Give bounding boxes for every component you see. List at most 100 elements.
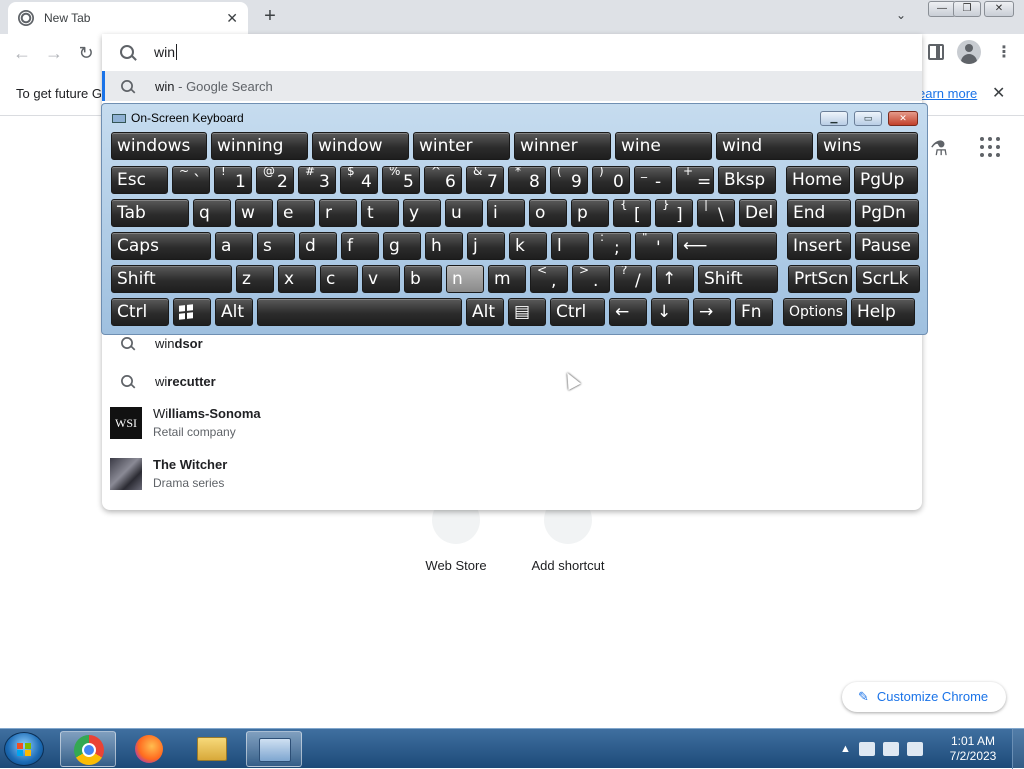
- osk-key-symbol[interactable]: ▤: [508, 298, 546, 326]
- osk-key-del[interactable]: Del: [739, 199, 777, 227]
- side-panel-icon[interactable]: [928, 44, 944, 60]
- window-close-button[interactable]: ✕: [984, 1, 1014, 17]
- osk-key-o[interactable]: o: [529, 199, 567, 227]
- osk-key-5[interactable]: % 5: [382, 166, 420, 194]
- osk-key-s[interactable]: s: [257, 232, 295, 260]
- osk-key-tab[interactable]: Tab: [111, 199, 189, 227]
- tab-close-icon[interactable]: ✕: [226, 10, 238, 27]
- show-desktop-button[interactable]: [1012, 729, 1024, 769]
- osk-key-n[interactable]: n: [446, 265, 484, 293]
- osk-key-1[interactable]: ! 1: [214, 166, 252, 194]
- osk-key-z[interactable]: z: [236, 265, 274, 293]
- action-center-icon[interactable]: [858, 742, 875, 756]
- osk-minimize-button[interactable]: ▁: [820, 111, 848, 126]
- osk-key-symbol[interactable]: " ': [635, 232, 673, 260]
- osk-key-symbol[interactable]: ↓: [651, 298, 689, 326]
- osk-prediction[interactable]: winter: [413, 132, 510, 160]
- address-bar[interactable]: win: [102, 34, 922, 70]
- osk-key-e[interactable]: e: [277, 199, 315, 227]
- osk-key-home[interactable]: Home: [786, 166, 850, 194]
- osk-key-prtscn[interactable]: PrtScn: [788, 265, 852, 293]
- osk-key-pgup[interactable]: PgUp: [854, 166, 918, 194]
- osk-key-2[interactable]: @2: [256, 166, 294, 194]
- osk-key-ctrl[interactable]: Ctrl: [550, 298, 605, 326]
- osk-key-9[interactable]: (9: [550, 166, 588, 194]
- osk-close-button[interactable]: ✕: [888, 111, 918, 126]
- osk-key-symbol[interactable]: <,: [530, 265, 568, 293]
- osk-key-end[interactable]: End: [787, 199, 851, 227]
- taskbar-explorer[interactable]: [184, 731, 240, 767]
- labs-flask-icon[interactable]: ⚗: [930, 136, 948, 161]
- info-bar-close-icon[interactable]: ✕: [992, 83, 1005, 103]
- profile-avatar[interactable]: [957, 40, 981, 64]
- osk-key-help[interactable]: Help: [851, 298, 915, 326]
- osk-key-symbol[interactable]: :;: [593, 232, 631, 260]
- osk-key-bksp[interactable]: Bksp: [718, 166, 776, 194]
- network-icon[interactable]: [882, 742, 899, 756]
- osk-key-pgdn[interactable]: PgDn: [855, 199, 919, 227]
- osk-key-b[interactable]: b: [404, 265, 442, 293]
- customize-chrome-button[interactable]: ✎ Customize Chrome: [842, 682, 1006, 712]
- osk-key-scrlk[interactable]: ScrLk: [856, 265, 920, 293]
- osk-restore-button[interactable]: ▭: [854, 111, 882, 126]
- osk-key-shift[interactable]: Shift: [111, 265, 232, 293]
- osk-key-options[interactable]: Options: [783, 298, 847, 326]
- learn-more-link[interactable]: earn more: [918, 86, 977, 101]
- entity-the-witcher[interactable]: The Witcher Drama series: [110, 457, 227, 490]
- osk-key-6[interactable]: ^ 6: [424, 166, 462, 194]
- osk-key-f[interactable]: f: [341, 232, 379, 260]
- chrome-menu-button[interactable]: ⋮: [996, 42, 1012, 62]
- osk-key-symbol[interactable]: ? /: [614, 265, 652, 293]
- osk-key-symbol[interactable]: ↑: [656, 265, 694, 293]
- osk-key-8[interactable]: * 8: [508, 166, 546, 194]
- taskbar-chrome[interactable]: [60, 731, 116, 767]
- osk-key-q[interactable]: q: [193, 199, 231, 227]
- osk-key-h[interactable]: h: [425, 232, 463, 260]
- start-button[interactable]: [4, 732, 44, 766]
- osk-key-i[interactable]: i: [487, 199, 525, 227]
- osk-key-esc[interactable]: Esc: [111, 166, 168, 194]
- window-minimize-button[interactable]: —: [928, 1, 956, 17]
- osk-key-u[interactable]: u: [445, 199, 483, 227]
- osk-key-alt[interactable]: Alt: [215, 298, 253, 326]
- osk-key-symbol[interactable]: }]: [655, 199, 693, 227]
- osk-prediction[interactable]: wins: [817, 132, 918, 160]
- osk-key-caps[interactable]: Caps: [111, 232, 211, 260]
- tab-search-button[interactable]: ⌄: [896, 8, 906, 22]
- window-restore-button[interactable]: ❐: [953, 1, 981, 17]
- osk-key-k[interactable]: k: [509, 232, 547, 260]
- new-tab-button[interactable]: +: [258, 4, 282, 28]
- osk-prediction[interactable]: wine: [615, 132, 712, 160]
- address-input[interactable]: win: [154, 44, 178, 60]
- taskbar-firefox[interactable]: [122, 731, 178, 767]
- reload-button[interactable]: ↻: [74, 42, 98, 64]
- osk-key-w[interactable]: w: [235, 199, 273, 227]
- suggestion-search-win[interactable]: win - Google Search: [102, 71, 922, 101]
- osk-key-y[interactable]: y: [403, 199, 441, 227]
- osk-key-0[interactable]: ) 0: [592, 166, 630, 194]
- osk-key-symbol[interactable]: {[: [613, 199, 651, 227]
- osk-key-a[interactable]: a: [215, 232, 253, 260]
- osk-key-ctrl[interactable]: Ctrl: [111, 298, 169, 326]
- osk-key-windows-icon[interactable]: [173, 298, 211, 326]
- osk-key-shift[interactable]: Shift: [698, 265, 778, 293]
- osk-key-d[interactable]: d: [299, 232, 337, 260]
- volume-icon[interactable]: [906, 742, 923, 756]
- clock[interactable]: 1:01 AM 7/2/2023: [938, 734, 1008, 764]
- osk-key-p[interactable]: p: [571, 199, 609, 227]
- osk-key-symbol[interactable]: ~ `: [172, 166, 210, 194]
- osk-key-7[interactable]: & 7: [466, 166, 504, 194]
- osk-key-m[interactable]: m: [488, 265, 526, 293]
- osk-key-symbol[interactable]: | \: [697, 199, 735, 227]
- osk-key-insert[interactable]: Insert: [787, 232, 851, 260]
- osk-key-symbol[interactable]: _ -: [634, 166, 672, 194]
- osk-key-l[interactable]: l: [551, 232, 589, 260]
- forward-button[interactable]: →: [42, 42, 66, 64]
- osk-key-alt[interactable]: Alt: [466, 298, 504, 326]
- osk-title-bar[interactable]: On-Screen Keyboard ▁ ▭ ✕: [102, 104, 927, 130]
- back-button[interactable]: ←: [10, 42, 34, 64]
- osk-key-r[interactable]: r: [319, 199, 357, 227]
- entity-williams-sonoma[interactable]: WSI Williams-Sonoma Retail company: [110, 406, 261, 439]
- osk-key-3[interactable]: #3: [298, 166, 336, 194]
- osk-key-symbol[interactable]: + =: [676, 166, 714, 194]
